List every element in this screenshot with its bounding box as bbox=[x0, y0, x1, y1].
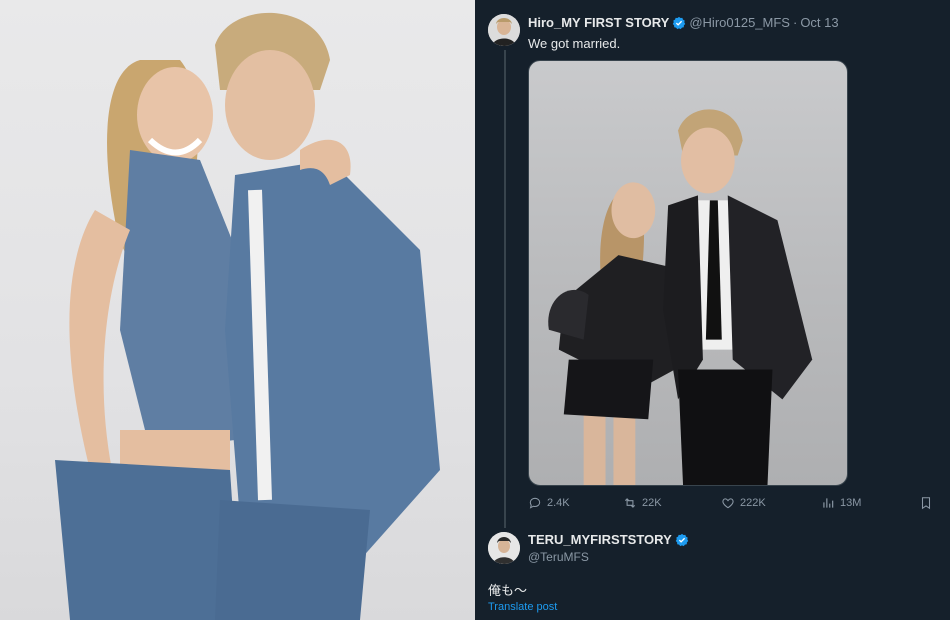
verified-badge-icon bbox=[672, 16, 686, 30]
post-media-image[interactable] bbox=[528, 60, 848, 486]
reply-handle[interactable]: @TeruMFS bbox=[528, 550, 589, 564]
reply-display-name[interactable]: TERU_MYFIRSTSTORY bbox=[528, 532, 672, 547]
bookmark-button[interactable] bbox=[919, 496, 933, 510]
post-text: We got married. bbox=[528, 36, 621, 51]
separator-dot: · bbox=[792, 15, 798, 30]
translate-post-link[interactable]: Translate post bbox=[488, 601, 557, 613]
like-count: 222K bbox=[740, 497, 766, 509]
post-handle[interactable]: @Hiro0125_MFS bbox=[689, 15, 790, 30]
thread-line bbox=[504, 50, 506, 528]
couple-denim-photo-illustration bbox=[55, 12, 440, 620]
reply-button[interactable]: 2.4K bbox=[528, 496, 570, 510]
views-button[interactable]: 13M bbox=[821, 496, 861, 510]
post-date[interactable]: Oct 13 bbox=[800, 15, 838, 30]
heart-icon bbox=[722, 498, 734, 509]
left-photo bbox=[0, 0, 475, 620]
analytics-bar-icon bbox=[823, 498, 834, 508]
post-header: Hiro_MY FIRST STORY @Hiro0125_MFS · Oct … bbox=[528, 15, 839, 30]
avatar-hiro[interactable] bbox=[488, 14, 520, 46]
avatar-teru[interactable] bbox=[488, 532, 520, 564]
views-count: 13M bbox=[840, 497, 862, 509]
reply-icon bbox=[529, 497, 541, 509]
reply-count: 2.4K bbox=[547, 497, 570, 509]
like-button[interactable]: 222K bbox=[721, 496, 766, 510]
repost-button[interactable]: 22K bbox=[623, 496, 662, 510]
reply-text: 俺も〜 bbox=[488, 584, 528, 599]
reply-header: TERU_MYFIRSTSTORY bbox=[528, 532, 692, 547]
profile-avatar-icon bbox=[488, 14, 520, 46]
repost-icon bbox=[624, 498, 636, 508]
profile-avatar-icon bbox=[488, 532, 520, 564]
repost-count: 22K bbox=[642, 497, 662, 509]
post-action-bar: 2.4K 22K 222K 13M bbox=[528, 496, 938, 514]
verified-badge-icon bbox=[675, 533, 689, 547]
bookmark-icon bbox=[921, 497, 931, 510]
tweet-panel: Hiro_MY FIRST STORY @Hiro0125_MFS · Oct … bbox=[475, 0, 950, 620]
post-display-name[interactable]: Hiro_MY FIRST STORY bbox=[528, 15, 669, 30]
couple-leather-photo-illustration bbox=[548, 109, 813, 485]
